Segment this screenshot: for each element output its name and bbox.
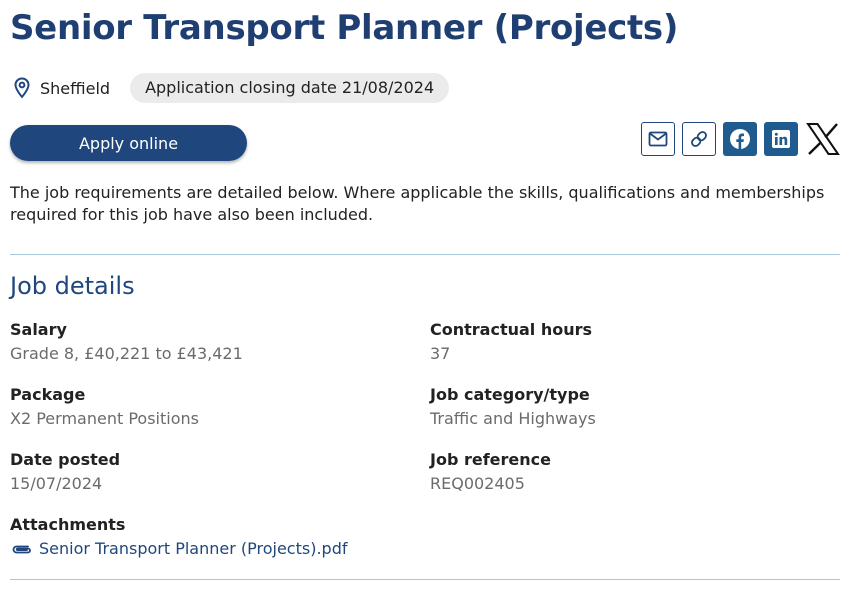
- attachments-field: Attachments Senior Transport Planner (Pr…: [10, 515, 347, 558]
- email-icon: [648, 131, 668, 147]
- apply-online-button[interactable]: Apply online: [10, 125, 247, 161]
- job-details-heading: Job details: [10, 272, 135, 300]
- location-text: Sheffield: [40, 78, 111, 98]
- job-intro-text: The job requirements are detailed below.…: [10, 183, 825, 224]
- page-title: Senior Transport Planner (Projects): [10, 8, 679, 48]
- job-reference-value: REQ002405: [430, 474, 525, 493]
- job-meta: Sheffield Application closing date 21/08…: [10, 73, 450, 103]
- date-posted-field: Date posted 15/07/2024: [10, 450, 120, 493]
- link-icon: [691, 131, 707, 147]
- job-reference-field: Job reference REQ002405: [430, 450, 551, 493]
- paperclip-icon: [12, 545, 31, 553]
- package-value: X2 Permanent Positions: [10, 409, 199, 428]
- linkedin-icon: [772, 130, 790, 148]
- closing-date-badge: Application closing date 21/08/2024: [130, 73, 450, 103]
- share-linkedin-button[interactable]: [764, 122, 798, 156]
- job-category-field: Job category/type Traffic and Highways: [430, 385, 596, 428]
- contractual-hours-value: 37: [430, 344, 451, 363]
- copy-link-button[interactable]: [682, 122, 716, 156]
- location-pin-icon: [14, 77, 30, 99]
- salary-value: Grade 8, £40,221 to £43,421: [10, 344, 243, 363]
- divider: [10, 579, 840, 580]
- attachments-label: Attachments: [10, 515, 126, 534]
- date-posted-label: Date posted: [10, 450, 121, 469]
- facebook-icon: [730, 129, 750, 149]
- attachment-link[interactable]: Senior Transport Planner (Projects).pdf: [10, 539, 347, 558]
- job-reference-label: Job reference: [430, 450, 551, 469]
- share-x-button[interactable]: [805, 122, 841, 156]
- divider: [10, 254, 840, 255]
- job-category-value: Traffic and Highways: [430, 409, 596, 428]
- job-category-label: Job category/type: [430, 385, 590, 404]
- date-posted-value: 15/07/2024: [10, 474, 103, 493]
- attachment-filename: Senior Transport Planner (Projects).pdf: [39, 539, 348, 558]
- salary-label: Salary: [10, 320, 67, 339]
- package-label: Package: [10, 385, 86, 404]
- job-page: Senior Transport Planner (Projects) Shef…: [0, 0, 859, 600]
- share-email-button[interactable]: [641, 122, 675, 156]
- contractual-hours-label: Contractual hours: [430, 320, 593, 339]
- package-field: Package X2 Permanent Positions: [10, 385, 199, 428]
- share-facebook-button[interactable]: [723, 122, 757, 156]
- x-icon: [806, 123, 840, 155]
- share-buttons: [641, 122, 841, 156]
- contractual-hours-field: Contractual hours 37: [430, 320, 592, 363]
- salary-field: Salary Grade 8, £40,221 to £43,421: [10, 320, 243, 363]
